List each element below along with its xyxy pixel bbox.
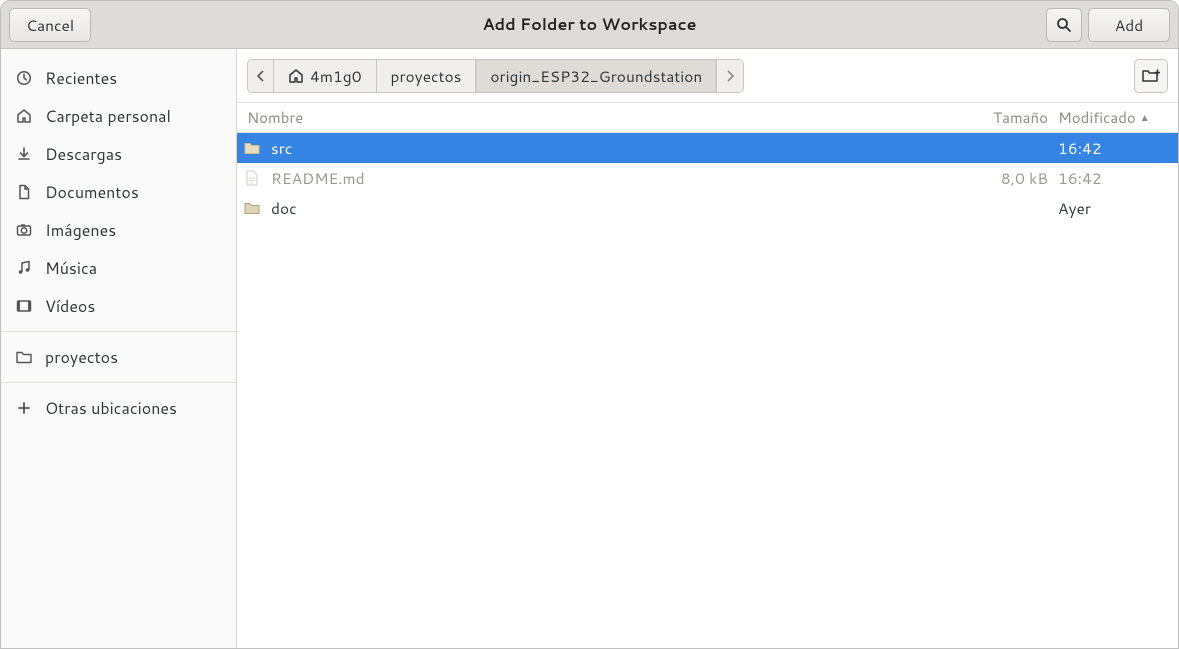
folder-row[interactable]: src 16:42 — [237, 133, 1178, 163]
dialog-body: Recientes Carpeta personal Descargas Docume… — [1, 49, 1178, 648]
new-folder-button[interactable] — [1134, 59, 1168, 93]
row-modified: Ayer — [1058, 197, 1178, 219]
sidebar-item-label: Otras ubicaciones — [45, 397, 177, 420]
home-icon — [15, 108, 33, 124]
path-segment-0[interactable]: 4m1g0 — [274, 60, 377, 92]
sidebar-item-places-5[interactable]: Música — [1, 249, 236, 287]
video-icon — [15, 298, 33, 314]
path-segment-1[interactable]: proyectos — [377, 60, 477, 92]
sidebar-item-label: Recientes — [45, 67, 117, 90]
search-icon — [1056, 17, 1072, 33]
cancel-button[interactable]: Cancel — [9, 8, 91, 42]
chevron-left-icon — [257, 70, 265, 82]
path-segment-label: origin_ESP32_Groundstation — [490, 65, 702, 87]
sidebar-item-places-3[interactable]: Documentos — [1, 173, 236, 211]
sidebar-item-label: Imágenes — [45, 219, 116, 242]
file-icon — [243, 170, 261, 186]
sidebar-item-other-0[interactable]: Otras ubicaciones — [1, 389, 236, 427]
sidebar-item-bookmarks-0[interactable]: proyectos — [1, 338, 236, 376]
add-button[interactable]: Add — [1088, 8, 1170, 42]
sidebar-item-label: Documentos — [45, 181, 139, 204]
row-modified: 16:42 — [1058, 167, 1178, 189]
main-pane: 4m1g0 proyectos origin_ESP32_Groundstation… — [237, 49, 1178, 648]
document-icon — [15, 184, 33, 200]
row-size: 8,0 kB — [970, 167, 1058, 189]
column-size[interactable]: Tamaño — [970, 107, 1058, 128]
folder-row[interactable]: doc Ayer — [237, 193, 1178, 223]
sort-ascending-icon: ▲ — [1140, 113, 1150, 123]
places-sidebar: Recientes Carpeta personal Descargas Docume… — [1, 49, 237, 648]
sidebar-separator — [1, 382, 236, 383]
sidebar-item-label: Vídeos — [45, 295, 95, 318]
path-bar: 4m1g0 proyectos origin_ESP32_Groundstation — [237, 49, 1178, 103]
camera-icon — [15, 222, 33, 238]
sidebar-item-places-6[interactable]: Vídeos — [1, 287, 236, 325]
file-row[interactable]: README.md8,0 kB16:42 — [237, 163, 1178, 193]
folder-icon — [243, 201, 261, 215]
sidebar-item-places-0[interactable]: Recientes — [1, 59, 236, 97]
clock-icon — [15, 70, 33, 86]
breadcrumb: 4m1g0 proyectos origin_ESP32_Groundstation — [247, 59, 744, 93]
path-segment-label: proyectos — [391, 65, 462, 87]
column-headers: Nombre Tamaño Modificado ▲ — [237, 103, 1178, 133]
header-bar: Cancel Add Folder to Workspace Add — [1, 1, 1178, 49]
column-modified-label: Modificado — [1058, 107, 1136, 128]
column-modified[interactable]: Modificado ▲ — [1058, 107, 1178, 128]
home-icon — [288, 68, 304, 84]
sidebar-separator — [1, 331, 236, 332]
sidebar-item-places-1[interactable]: Carpeta personal — [1, 97, 236, 135]
window-title: Add Folder to Workspace — [1, 13, 1178, 36]
column-name[interactable]: Nombre — [243, 107, 970, 128]
row-name: src — [271, 137, 970, 159]
chevron-right-icon — [726, 70, 734, 82]
download-icon — [15, 146, 33, 162]
sidebar-item-label: Descargas — [45, 143, 122, 166]
sidebar-item-places-4[interactable]: Imágenes — [1, 211, 236, 249]
plus-icon — [15, 401, 33, 415]
path-back-button[interactable] — [248, 60, 274, 92]
row-name: doc — [271, 197, 970, 219]
sidebar-item-label: Carpeta personal — [45, 105, 171, 128]
row-modified: 16:42 — [1058, 137, 1178, 159]
sidebar-item-label: proyectos — [45, 346, 118, 369]
sidebar-item-label: Música — [45, 257, 97, 280]
folder-icon — [243, 141, 261, 155]
search-button[interactable] — [1046, 8, 1082, 42]
sidebar-item-places-2[interactable]: Descargas — [1, 135, 236, 173]
file-list: src16:42README.md8,0 kB16:42docAyer — [237, 133, 1178, 648]
path-forward-button[interactable] — [717, 60, 743, 92]
path-segment-2[interactable]: origin_ESP32_Groundstation — [476, 60, 717, 92]
folder-icon — [15, 350, 33, 364]
new-folder-icon — [1142, 68, 1160, 84]
music-icon — [15, 260, 33, 276]
file-chooser-window: Cancel Add Folder to Workspace Add Recie… — [0, 0, 1179, 649]
path-segment-label: 4m1g0 — [310, 65, 362, 87]
row-name: README.md — [271, 167, 970, 189]
